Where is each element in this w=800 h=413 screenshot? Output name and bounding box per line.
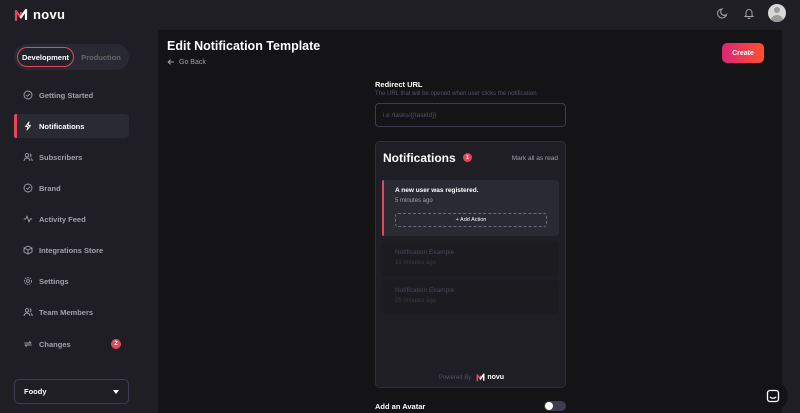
sidebar-item-label: Changes <box>39 339 71 349</box>
notification-time: 5 minutes ago <box>395 198 433 204</box>
notification-title: A new user was registered. <box>395 187 479 194</box>
add-avatar-toggle[interactable] <box>544 401 566 411</box>
brand-name: novu <box>33 7 66 22</box>
user-avatar[interactable] <box>768 4 786 22</box>
top-bar: novu <box>0 0 800 30</box>
check-circle-icon <box>23 90 33 100</box>
add-action-button[interactable]: + Add Action <box>395 213 547 227</box>
sidebar-item-label: Settings <box>39 276 69 286</box>
sidebar-item-label: Notifications <box>39 121 85 131</box>
notification-item[interactable]: Notification Example 25 minutes ago <box>382 280 559 314</box>
sync-icon <box>23 339 33 349</box>
sidebar-item-label: Activity Feed <box>39 214 86 224</box>
add-avatar-label: Add an Avatar <box>375 402 426 411</box>
unread-count-badge: 1 <box>463 153 472 162</box>
environment-switch: Development Production <box>14 44 129 70</box>
scrollbar[interactable] <box>782 30 800 413</box>
sidebar-item-subscribers[interactable]: Subscribers <box>14 145 129 169</box>
create-button[interactable]: Create <box>722 43 764 63</box>
mark-all-read-button[interactable]: Mark all as read <box>512 155 558 162</box>
page-title: Edit Notification Template <box>167 39 321 53</box>
novu-logo-icon <box>14 8 28 21</box>
notification-time: 25 minutes ago <box>395 298 437 304</box>
sidebar-item-brand[interactable]: Brand <box>14 176 129 200</box>
arrow-left-icon <box>167 59 174 65</box>
users-icon <box>23 307 33 317</box>
users-icon <box>23 152 33 162</box>
novu-logo[interactable]: novu <box>14 7 65 22</box>
chat-icon <box>766 389 780 403</box>
gear-icon <box>23 276 33 286</box>
box-icon <box>23 245 33 255</box>
sidebar-item-label: Integrations Store <box>39 245 104 255</box>
go-back-label: Go Back <box>179 58 206 66</box>
notification-time: 10 minutes ago <box>395 260 437 266</box>
activity-icon <box>23 214 33 224</box>
redirect-url-label: Redirect URL <box>375 80 423 89</box>
powered-by: Powered By novu <box>376 373 567 382</box>
sidebar-item-activity-feed[interactable]: Activity Feed <box>14 207 129 231</box>
organization-name: Foody <box>24 387 47 396</box>
chat-launcher-button[interactable] <box>758 381 788 411</box>
redirect-url-input[interactable] <box>375 103 566 127</box>
bolt-icon <box>23 121 33 131</box>
powered-by-brand: novu <box>487 374 505 381</box>
sidebar-item-label: Getting Started <box>39 90 94 100</box>
organization-select[interactable]: Foody <box>14 379 129 404</box>
sidebar-item-changes[interactable]: Changes 2 <box>14 332 129 356</box>
env-production-button[interactable]: Production <box>76 47 126 67</box>
chevron-down-icon <box>113 389 119 394</box>
sidebar-item-integrations-store[interactable]: Integrations Store <box>14 238 129 262</box>
sidebar-item-label: Subscribers <box>39 152 83 162</box>
env-development-button[interactable]: Development <box>17 47 74 67</box>
novu-logo-icon <box>476 373 485 382</box>
sidebar-item-notifications[interactable]: Notifications <box>14 114 129 138</box>
sidebar: Development Production Getting Started N… <box>0 30 158 413</box>
notifications-title: Notifications <box>383 151 456 165</box>
powered-by-label: Powered By <box>438 374 472 381</box>
sidebar-item-label: Brand <box>39 183 61 193</box>
notification-title: Notification Example <box>395 249 455 256</box>
sidebar-item-label: Team Members <box>39 307 94 317</box>
changes-count-badge: 2 <box>111 339 121 349</box>
notification-title: Notification Example <box>395 287 455 294</box>
sidebar-item-team-members[interactable]: Team Members <box>14 300 129 324</box>
novu-logo: novu <box>476 373 504 382</box>
notification-item[interactable]: A new user was registered. 5 minutes ago… <box>382 180 559 236</box>
sidebar-item-settings[interactable]: Settings <box>14 269 129 293</box>
notification-center-preview: Notifications 1 Mark all as read A new u… <box>375 141 566 388</box>
redirect-url-description: The URL that will be opened when user cl… <box>375 91 537 97</box>
go-back-link[interactable]: Go Back <box>167 58 206 66</box>
moon-icon[interactable] <box>716 6 730 20</box>
notification-item[interactable]: Notification Example 10 minutes ago <box>382 242 559 276</box>
check-circle-icon <box>23 183 33 193</box>
sidebar-item-getting-started[interactable]: Getting Started <box>14 83 129 107</box>
bell-icon[interactable] <box>742 6 756 20</box>
